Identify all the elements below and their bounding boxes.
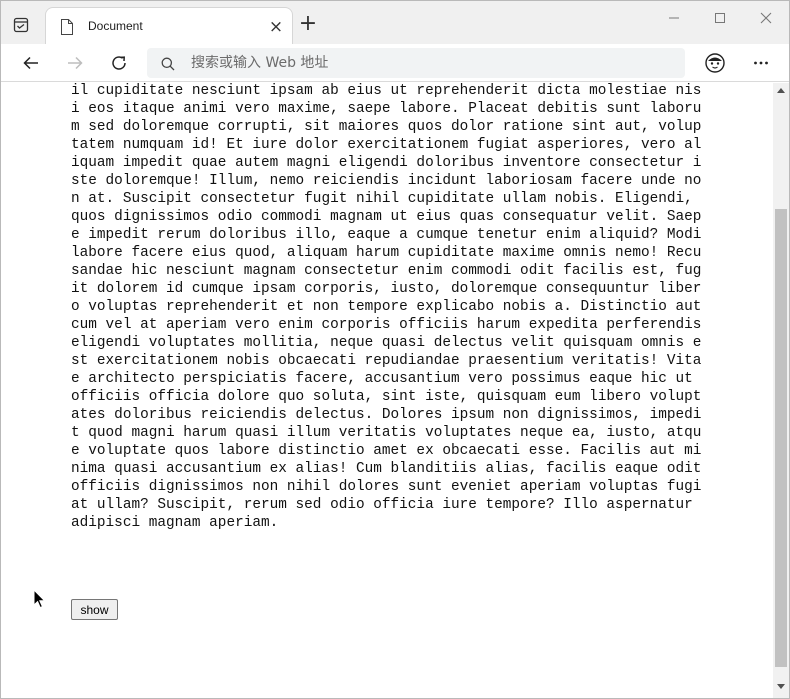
back-button[interactable] (17, 49, 45, 77)
tab-title: Document (88, 19, 143, 33)
more-menu-button[interactable] (747, 49, 775, 77)
show-button[interactable]: show (71, 599, 118, 620)
tab-document[interactable]: Document × (45, 7, 293, 44)
refresh-button[interactable] (105, 49, 133, 77)
scroll-down-arrow-icon[interactable] (777, 684, 785, 689)
tab-strip: Document × + (1, 1, 789, 44)
forward-button[interactable] (61, 49, 89, 77)
address-bar[interactable] (147, 48, 685, 78)
page-viewport: il cupiditate nesciunt ipsam ab eius ut … (1, 83, 773, 698)
close-window-button[interactable] (743, 5, 789, 31)
profile-button[interactable] (701, 49, 729, 77)
profile-avatar-icon (705, 53, 725, 73)
lorem-paragraph: il cupiditate nesciunt ipsam ab eius ut … (71, 83, 702, 531)
maximize-button[interactable] (697, 5, 743, 31)
mouse-pointer-icon (33, 588, 47, 609)
refresh-icon (112, 56, 126, 70)
minimize-button[interactable] (651, 5, 697, 31)
search-icon (161, 56, 175, 71)
forward-arrow-icon (68, 56, 83, 70)
browser-window: Document × + 搜索或输入 Web 地址 il cupiditate … (0, 0, 790, 699)
back-arrow-icon (23, 56, 38, 70)
scroll-up-arrow-icon[interactable] (777, 88, 785, 93)
more-icon (754, 61, 768, 65)
navigation-toolbar (1, 44, 789, 82)
address-input[interactable] (191, 53, 671, 73)
tab-actions-icon[interactable] (11, 15, 31, 35)
document-icon (60, 19, 74, 35)
vertical-scrollbar[interactable] (773, 83, 789, 698)
new-tab-button[interactable]: + (297, 13, 319, 35)
scrollbar-thumb[interactable] (775, 209, 787, 667)
tab-close-icon[interactable]: × (266, 17, 286, 37)
